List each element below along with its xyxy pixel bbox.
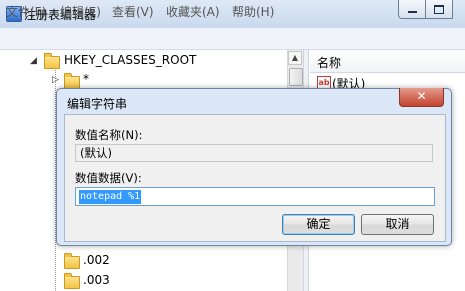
- menu-view[interactable]: 查看(V): [112, 3, 154, 20]
- value-data-label: 数值数据(V):: [75, 171, 142, 185]
- tree-item-003[interactable]: .003: [83, 273, 110, 287]
- scroll-thumb[interactable]: [289, 68, 303, 86]
- value-data-text: notepad %1: [79, 190, 142, 204]
- column-name-header[interactable]: 名称: [317, 54, 341, 71]
- menu-edit[interactable]: 编辑(E): [60, 3, 101, 20]
- tree-item-002[interactable]: .002: [83, 253, 110, 267]
- value-name-field: (默认): [75, 144, 433, 162]
- menu-help[interactable]: 帮助(H): [232, 3, 274, 20]
- dialog-close-button[interactable]: ✕: [399, 88, 444, 107]
- value-name-label: 数值名称(N):: [75, 128, 143, 142]
- value-data-input[interactable]: notepad %1: [75, 187, 435, 206]
- folder-icon: [64, 253, 80, 269]
- maximize-button[interactable]: [425, 0, 453, 19]
- cancel-button[interactable]: 取消: [361, 214, 434, 235]
- folder-icon: [64, 273, 80, 289]
- minimize-button[interactable]: [398, 0, 426, 19]
- menu-favorites[interactable]: 收藏夹(A): [166, 3, 220, 20]
- tree-root-hkcr[interactable]: HKEY_CLASSES_ROOT: [64, 53, 196, 67]
- dialog-title: 编辑字符串: [67, 97, 128, 111]
- menu-file[interactable]: 文件(F): [6, 3, 46, 20]
- expand-arrow-icon[interactable]: ▷: [52, 75, 59, 85]
- scroll-up-arrow-icon[interactable]: ▲: [288, 51, 302, 65]
- collapse-arrow-icon[interactable]: ◢: [30, 56, 37, 66]
- tree-item-star[interactable]: *: [83, 72, 89, 86]
- menu-bar: [0, 28, 465, 50]
- ok-button[interactable]: 确定: [282, 214, 355, 235]
- folder-icon: [44, 53, 60, 69]
